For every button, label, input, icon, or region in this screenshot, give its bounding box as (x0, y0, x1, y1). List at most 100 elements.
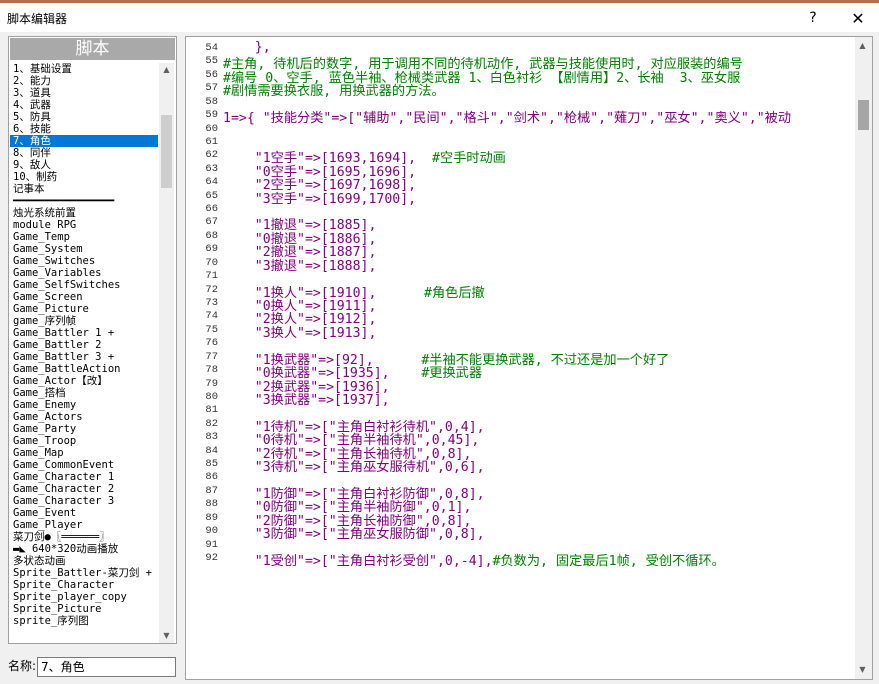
scroll-down-icon[interactable]: ▼ (162, 631, 171, 640)
list-item[interactable]: Game_Battler 1 + (10, 327, 158, 339)
code-line[interactable]: "3待机"=>["主角巫女服待机",0,6], (223, 456, 485, 475)
script-list[interactable]: 1、基础设置 2、能力 3、道具 4、武器 5、防具 6、技能 7、角色 8、同伴 9、敌人 10… (10, 63, 158, 627)
code-line[interactable]: "1受创"=>["主角白衬衫受创",0,-4],#负数为, 固定最后1帧, 受创… (223, 550, 725, 569)
list-item[interactable]: 3、道具 (10, 87, 158, 99)
list-item[interactable]: Game_Event (10, 507, 158, 519)
scroll-up-icon[interactable]: ▲ (858, 41, 867, 50)
list-item[interactable]: Game_搭档 (10, 387, 158, 399)
list-item[interactable]: Game_Switches (10, 255, 158, 267)
code-text: "1受创"=>["主角白衬衫受创",0,-4], (223, 553, 493, 569)
line-number: 68 (205, 229, 218, 242)
scroll-up-icon[interactable]: ▲ (162, 65, 171, 74)
code-line[interactable]: "3防御"=>["主角巫女服防御",0,8], (223, 523, 485, 542)
scrollbar-thumb[interactable] (161, 115, 172, 188)
line-number: 78 (205, 364, 218, 377)
code-comment: #角色后撤 (424, 285, 485, 301)
code-line[interactable]: 1=>{ "技能分类"=>["辅助","民间","格斗","剑术","枪械","… (223, 107, 791, 126)
list-item[interactable]: Game_Picture (10, 303, 158, 315)
list-item[interactable]: module RPG (10, 219, 158, 231)
line-number: 80 (205, 390, 218, 403)
script-list-scrollbar[interactable]: ▲ ▼ (159, 63, 174, 643)
name-input[interactable]: 7、角色 (37, 657, 176, 677)
help-button[interactable]: ? (793, 7, 833, 29)
code-text: "3撤退"=>[1888], (223, 258, 377, 274)
close-button[interactable]: ✕ (838, 7, 878, 29)
list-item[interactable]: 1、基础设置 (10, 63, 158, 75)
list-item[interactable]: Game_Battler 2 (10, 339, 158, 351)
list-item[interactable]: ━━━━━━━━━━━━━━━━ (10, 195, 158, 207)
line-number: 59 (205, 109, 218, 122)
line-number: 55 (205, 55, 218, 68)
line-number: 74 (205, 310, 218, 323)
code-editor[interactable]: 54 }, 55 #主角, 待机后的数字, 用于调用不同的待机动作, 武器与技能使用… (185, 36, 873, 680)
list-item[interactable]: sprite_序列图 (10, 615, 158, 627)
list-item[interactable]: 5、防具 (10, 111, 158, 123)
list-item[interactable]: game_序列帧 (10, 315, 158, 327)
line-number: 57 (205, 82, 218, 95)
list-item[interactable]: Game_Player (10, 519, 158, 531)
list-item[interactable]: Game_Map (10, 447, 158, 459)
list-item[interactable]: 2、能力 (10, 75, 158, 87)
line-number: 61 (205, 135, 218, 148)
line-number: 92 (205, 551, 218, 564)
line-number: 72 (205, 283, 218, 296)
code-line[interactable]: "3换武器"=>[1937], (223, 389, 390, 408)
line-number: 83 (205, 431, 218, 444)
line-number: 63 (205, 162, 218, 175)
list-item[interactable]: Sprite_player_copy (10, 591, 158, 603)
list-item[interactable]: 9、敌人 (10, 159, 158, 171)
list-item[interactable]: Sprite_Character (10, 579, 158, 591)
list-item[interactable]: Game_CommonEvent (10, 459, 158, 471)
list-item[interactable]: Game_Screen (10, 291, 158, 303)
scrollbar-thumb[interactable] (858, 100, 869, 130)
line-number: 84 (205, 444, 218, 457)
scroll-down-icon[interactable]: ▼ (858, 665, 867, 674)
list-item[interactable]: Game_System (10, 243, 158, 255)
list-item[interactable]: Game_BattleAction (10, 363, 158, 375)
line-number: 85 (205, 458, 218, 471)
line-number: 76 (205, 337, 218, 350)
list-item[interactable]: Game_Actors (10, 411, 158, 423)
list-item[interactable]: Game_Character 1 (10, 471, 158, 483)
list-item[interactable]: 6、技能 (10, 123, 158, 135)
list-item[interactable]: 8、同伴 (10, 147, 158, 159)
code-line[interactable]: "3空手"=>[1699,1700], (223, 188, 416, 207)
list-item[interactable]: Game_Battler 3 + (10, 351, 158, 363)
list-item[interactable]: 烛光系统前置 (10, 207, 158, 219)
script-list-header: 脚本 (10, 38, 175, 60)
list-item[interactable]: Game_Actor【改】 (10, 375, 158, 387)
list-item[interactable]: Game_Enemy (10, 399, 158, 411)
list-item[interactable]: Game_SelfSwitches (10, 279, 158, 291)
list-item[interactable]: 7、角色 (10, 135, 158, 147)
list-item[interactable]: ▬◣ 640*320动画播放 (10, 543, 158, 555)
list-item[interactable]: Sprite_Picture (10, 603, 158, 615)
code-line[interactable]: "3换人"=>[1913], (223, 322, 377, 341)
script-list-panel: 脚本 1、基础设置 2、能力 3、道具 4、武器 5、防具 6、技能 7、角色 8、同伴 9、敌… (8, 36, 177, 644)
line-number: 67 (205, 216, 218, 229)
list-item[interactable]: Game_Troop (10, 435, 158, 447)
list-item[interactable]: Game_Character 2 (10, 483, 158, 495)
list-item[interactable]: 记事本 (10, 183, 158, 195)
line-number: 75 (205, 323, 218, 336)
line-number: 81 (205, 404, 218, 417)
list-item[interactable]: Game_Temp (10, 231, 158, 243)
line-number: 60 (205, 122, 218, 135)
code-line[interactable]: #剧情需要换衣服, 用换武器的方法。 (223, 80, 445, 99)
editor-scrollbar[interactable]: ▲ ▼ (855, 37, 872, 679)
list-item[interactable]: 10、制药 (10, 171, 158, 183)
list-item[interactable]: 菜刀剑●〖══════〗 (10, 531, 158, 543)
list-item[interactable]: Game_Variables (10, 267, 158, 279)
list-item[interactable]: 4、武器 (10, 99, 158, 111)
code-comment: #负数为, 固定最后1帧, 受创不循环。 (492, 553, 725, 569)
code-line[interactable]: "3撤退"=>[1888], (223, 255, 377, 274)
line-number: 70 (205, 256, 218, 269)
code-text: "3防御"=>["主角巫女服防御",0,8], (223, 527, 485, 543)
list-item[interactable]: Game_Character 3 (10, 495, 158, 507)
line-number: 58 (205, 95, 218, 108)
list-item[interactable]: Game_Party (10, 423, 158, 435)
list-item[interactable]: 多状态动画 (10, 555, 158, 567)
line-number: 82 (205, 417, 218, 430)
line-number: 79 (205, 377, 218, 390)
line-number: 65 (205, 189, 218, 202)
list-item[interactable]: Sprite_Battler-菜刀剑 + (10, 567, 158, 579)
